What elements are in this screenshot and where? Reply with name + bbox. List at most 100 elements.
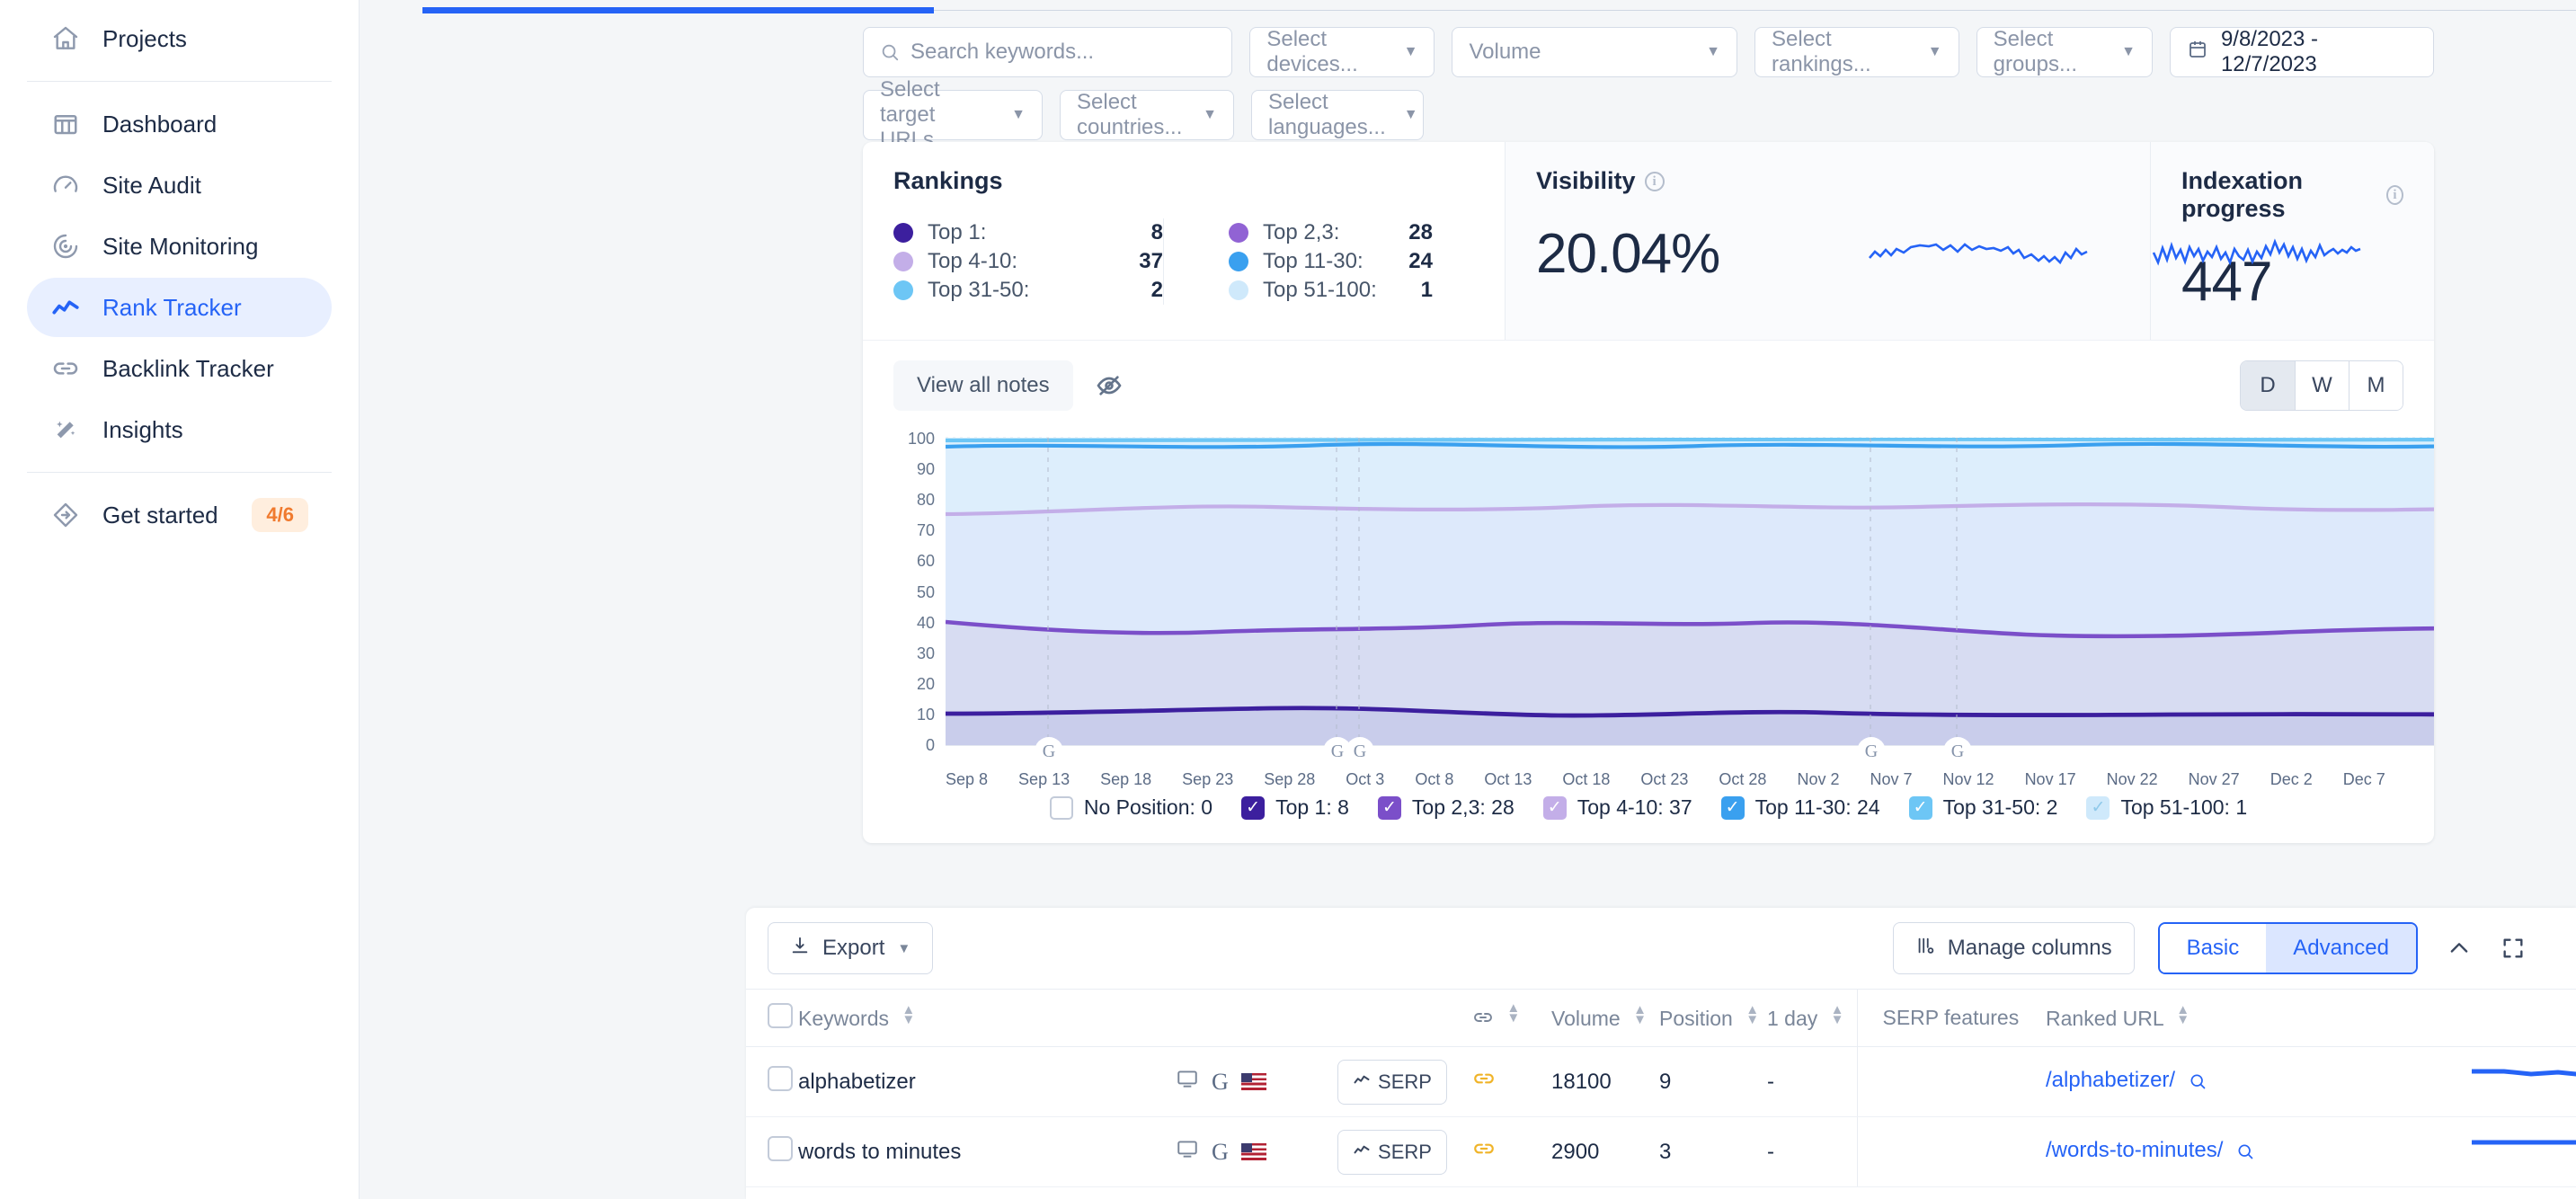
header-ranked-url[interactable]: Ranked URL ▲ ▼ bbox=[2046, 989, 2432, 1047]
sidebar-item-label: Rank Tracker bbox=[102, 293, 242, 321]
header-one-day[interactable]: 1 day ▲ ▼ bbox=[1767, 989, 1857, 1047]
sidebar-item-label: Projects bbox=[102, 24, 187, 52]
legend-checkbox[interactable]: ✓ bbox=[1542, 795, 1567, 820]
search-icon bbox=[880, 42, 900, 62]
ranked-url-link[interactable]: /alphabetizer/ bbox=[2046, 1068, 2175, 1092]
countries-select[interactable]: Select countries... ▼ bbox=[1060, 90, 1234, 140]
table-row[interactable]: alphabetizer G SERP 18100 9 - /alphabeti… bbox=[746, 1046, 2576, 1117]
date-range-picker[interactable]: 9/8/2023 - 12/7/2023 bbox=[2169, 27, 2434, 77]
header-link[interactable]: ▲ ▼ bbox=[1472, 989, 1551, 1047]
cell-one-day: - bbox=[1767, 1046, 1857, 1117]
legend-item-top-2-3[interactable]: ✓ Top 2,3: 28 bbox=[1377, 795, 1515, 820]
view-mode-toggle[interactable]: Basic Advanced bbox=[2157, 922, 2418, 974]
serp-button[interactable]: SERP bbox=[1337, 1129, 1447, 1175]
granularity-day[interactable]: D bbox=[2241, 361, 2295, 410]
legend-checkbox[interactable]: ✓ bbox=[1241, 795, 1266, 820]
legend-item-top-11-30[interactable]: ✓ Top 11-30: 24 bbox=[1720, 795, 1880, 820]
expand-icon[interactable] bbox=[2500, 936, 2526, 961]
sidebar-item-backlink-tracker[interactable]: Backlink Tracker bbox=[27, 339, 332, 398]
rankings-row-label: Top 4-10: bbox=[928, 249, 1018, 273]
legend-checkbox[interactable]: ✓ bbox=[2086, 795, 2110, 820]
sidebar-item-site-monitoring[interactable]: Site Monitoring bbox=[27, 217, 332, 276]
rankings-legend: Top 1: 8 Top 4-10: 37 Top 31-50: 2 Top 2… bbox=[893, 218, 1474, 305]
volume-select[interactable]: Volume ▼ bbox=[1452, 27, 1737, 77]
sidebar-item-insights[interactable]: Insights bbox=[27, 400, 332, 459]
header-keywords[interactable]: Keywords ▲ ▼ bbox=[798, 989, 1176, 1047]
languages-select[interactable]: Select languages... ▼ bbox=[1251, 90, 1424, 140]
view-mode-advanced[interactable]: Advanced bbox=[2266, 924, 2416, 973]
legend-label: Top 31-50: 2 bbox=[1942, 795, 2058, 819]
sidebar-item-dashboard[interactable]: Dashboard bbox=[27, 94, 332, 154]
rankings-row-value: 37 bbox=[1139, 249, 1163, 273]
serp-button[interactable]: SERP bbox=[1337, 1059, 1447, 1105]
chart-annotation-google[interactable]: G bbox=[1944, 738, 1971, 765]
view-mode-basic[interactable]: Basic bbox=[2159, 924, 2267, 973]
legend-checkbox[interactable] bbox=[1049, 795, 1073, 820]
rankings-select-value: Select rankings... bbox=[1772, 27, 1871, 76]
granularity-month[interactable]: M bbox=[2349, 361, 2403, 410]
granularity-week[interactable]: W bbox=[2295, 361, 2349, 410]
legend-checkbox[interactable]: ✓ bbox=[1377, 795, 1401, 820]
link-icon[interactable] bbox=[1472, 1071, 1496, 1096]
link-icon[interactable] bbox=[1472, 1141, 1496, 1166]
manage-columns-button[interactable]: Manage columns bbox=[1892, 922, 2135, 974]
row-checkbox[interactable] bbox=[768, 1066, 793, 1091]
legend-item-top-4-10[interactable]: ✓ Top 4-10: 37 bbox=[1542, 795, 1692, 820]
view-all-notes-button[interactable]: View all notes bbox=[893, 360, 1073, 411]
legend-item-top-51-100[interactable]: ✓ Top 51-100: 1 bbox=[2086, 795, 2247, 820]
chevron-down-icon: ▼ bbox=[1203, 107, 1217, 122]
cell-ranked-url[interactable]: /words-to-minutes/ bbox=[2046, 1116, 2432, 1187]
legend-label: Top 11-30: 24 bbox=[1754, 795, 1880, 819]
devices-select[interactable]: Select devices... ▼ bbox=[1249, 27, 1435, 77]
cell-keyword: alphabetizer bbox=[798, 1046, 1176, 1117]
groups-select[interactable]: Select groups... ▼ bbox=[1976, 27, 2153, 77]
search-icon[interactable] bbox=[2189, 1071, 2207, 1097]
x-tick: Oct 13 bbox=[1484, 770, 1532, 788]
info-icon[interactable]: i bbox=[1644, 171, 1665, 191]
cell-one-day: - bbox=[1767, 1116, 1857, 1187]
ranked-url-link[interactable]: /words-to-minutes/ bbox=[2046, 1138, 2223, 1162]
google-icon: G bbox=[1212, 1138, 1229, 1165]
header-position[interactable]: Position ▲ ▼ bbox=[1659, 989, 1767, 1047]
info-icon[interactable]: i bbox=[2385, 185, 2403, 205]
main-content: Search keywords... Select devices... ▼ V… bbox=[360, 0, 2576, 1199]
chart-annotation-google[interactable]: G bbox=[1035, 738, 1062, 765]
sidebar-item-get-started[interactable]: Get started 4/6 bbox=[27, 485, 332, 545]
export-button[interactable]: Export ▼ bbox=[768, 922, 934, 974]
svg-text:90: 90 bbox=[917, 460, 935, 478]
legend-item-top-1[interactable]: ✓ Top 1: 8 bbox=[1241, 795, 1349, 820]
eye-off-icon[interactable] bbox=[1095, 371, 1124, 400]
chevron-up-icon[interactable] bbox=[2447, 936, 2472, 961]
legend-item-no-position[interactable]: No Position: 0 bbox=[1049, 795, 1212, 820]
sidebar-item-rank-tracker[interactable]: Rank Tracker bbox=[27, 278, 332, 337]
search-icon[interactable] bbox=[2236, 1141, 2254, 1167]
chevron-down-icon: ▼ bbox=[897, 940, 911, 956]
table-toolbar: Export ▼ Manage columns Basic Advanced bbox=[746, 908, 2576, 989]
rankings-select[interactable]: Select rankings... ▼ bbox=[1754, 27, 1959, 77]
legend-checkbox[interactable]: ✓ bbox=[1720, 795, 1745, 820]
chart-annotation-google[interactable]: G bbox=[1858, 738, 1885, 765]
cell-serp-features bbox=[1856, 1116, 2046, 1187]
sidebar-item-site-audit[interactable]: Site Audit bbox=[27, 155, 332, 215]
table-row[interactable]: words to minutes G SERP 2900 3 - /words-… bbox=[746, 1116, 2576, 1187]
target-urls-select[interactable]: Select target URLs... ▼ bbox=[863, 77, 1043, 152]
legend-checkbox[interactable]: ✓ bbox=[1908, 795, 1932, 820]
devices-select-value: Select devices... bbox=[1266, 27, 1358, 76]
x-tick: Oct 18 bbox=[1562, 770, 1611, 788]
select-all-checkbox[interactable] bbox=[768, 1002, 793, 1028]
us-flag-icon bbox=[1240, 1073, 1266, 1090]
header-volume[interactable]: Volume ▲ ▼ bbox=[1551, 989, 1659, 1047]
keywords-table: Keywords ▲ ▼ ▲ ▼ Volume ▲ ▼ Position ▲ ▼… bbox=[746, 989, 2576, 1187]
granularity-toggle[interactable]: D W M bbox=[2240, 360, 2403, 411]
header-volume-label: Volume bbox=[1551, 1007, 1621, 1030]
x-tick: Nov 2 bbox=[1797, 770, 1840, 788]
row-checkbox[interactable] bbox=[768, 1136, 793, 1161]
home-icon bbox=[50, 23, 81, 54]
search-input[interactable]: Search keywords... bbox=[863, 27, 1233, 77]
chart-annotation-google[interactable]: G bbox=[1346, 738, 1373, 765]
legend-item-top-31-50[interactable]: ✓ Top 31-50: 2 bbox=[1908, 795, 2058, 820]
cell-ranked-url[interactable]: /alphabetizer/ bbox=[2046, 1046, 2432, 1117]
sidebar-item-projects[interactable]: Projects bbox=[27, 9, 332, 68]
app-root: Projects Dashboard Site Audit Site Monit… bbox=[0, 0, 2576, 1199]
sort-icon: ▲ ▼ bbox=[1745, 1002, 1760, 1027]
